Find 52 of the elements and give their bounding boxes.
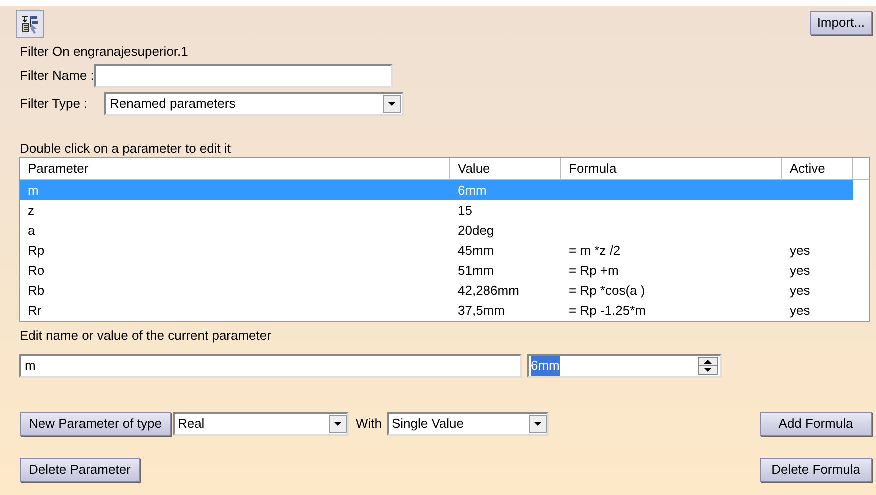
table-cell: = Rp +m xyxy=(569,263,619,278)
table-cell: m xyxy=(28,183,39,198)
table-cell: Rp xyxy=(28,243,45,258)
with-label: With xyxy=(356,415,382,434)
table-cell: = Rp -1.25*m xyxy=(569,303,646,318)
table-cell: = m *z /2 xyxy=(569,243,621,258)
table-cell: 37,5mm xyxy=(458,303,505,318)
table-row[interactable]: z 15 xyxy=(20,200,853,220)
filter-tool-button[interactable] xyxy=(16,10,44,38)
table-row[interactable]: Ro 51mm = Rp +m yes xyxy=(20,260,853,280)
table-cell: Ro xyxy=(28,263,45,278)
table-caption: Double click on a parameter to edit it xyxy=(20,141,232,157)
tree-list-icon xyxy=(20,14,40,34)
table-cell: 51mm xyxy=(458,263,494,278)
parameter-name-field[interactable]: m xyxy=(19,354,522,378)
table-cell: = Rp *cos(a ) xyxy=(569,283,646,298)
spinner-icon xyxy=(698,357,718,375)
column-header[interactable]: Parameter xyxy=(20,158,450,179)
table-cell: yes xyxy=(790,243,810,258)
table-row[interactable]: Rp 45mm = m *z /2 yes xyxy=(20,240,853,260)
filter-type-dropdown[interactable]: Renamed parameters xyxy=(104,92,404,116)
table-row[interactable]: Rr 37,5mm = Rp -1.25*m yes xyxy=(20,300,853,320)
filter-on-label: Filter On engranajesuperior.1 xyxy=(20,44,190,60)
table-cell: yes xyxy=(790,283,810,298)
table-cell: 6mm xyxy=(458,183,487,198)
table-cell: z xyxy=(28,203,34,218)
table-cell: Rb xyxy=(28,283,45,298)
add-formula-button[interactable]: Add Formula xyxy=(760,412,872,436)
new-parameter-button[interactable]: New Parameter of type xyxy=(20,412,171,436)
filter-type-label: Filter Type : xyxy=(20,95,89,114)
column-header[interactable]: Active xyxy=(782,158,853,179)
table-cell: 15 xyxy=(458,203,472,218)
parameter-value-field[interactable]: 6mm xyxy=(527,354,722,378)
table-cell: 45mm xyxy=(458,243,494,258)
column-header[interactable]: Value xyxy=(450,158,561,179)
filter-name-label: Filter Name : xyxy=(20,67,94,86)
edit-caption: Edit name or value of the current parameter xyxy=(20,328,272,344)
delete-parameter-button[interactable]: Delete Parameter xyxy=(20,458,140,482)
table-cell: 20deg xyxy=(458,223,494,238)
table-cell: Rr xyxy=(28,303,42,318)
table-cell: yes xyxy=(790,263,810,278)
table-cell: 42,286mm xyxy=(458,283,520,298)
table-row[interactable]: Rb 42,286mm = Rp *cos(a ) yes xyxy=(20,280,853,300)
table-row[interactable]: a 20deg xyxy=(20,220,853,240)
import-button[interactable]: Import... xyxy=(810,11,872,35)
delete-formula-button[interactable]: Delete Formula xyxy=(760,458,872,482)
table-cell: a xyxy=(28,223,36,238)
column-header[interactable]: Formula xyxy=(561,158,782,179)
table-cell: yes xyxy=(790,303,810,318)
filter-name-field[interactable] xyxy=(94,64,394,88)
parameter-type-dropdown[interactable]: Real xyxy=(172,412,349,436)
value-kind-dropdown[interactable]: Single Value xyxy=(386,412,549,436)
